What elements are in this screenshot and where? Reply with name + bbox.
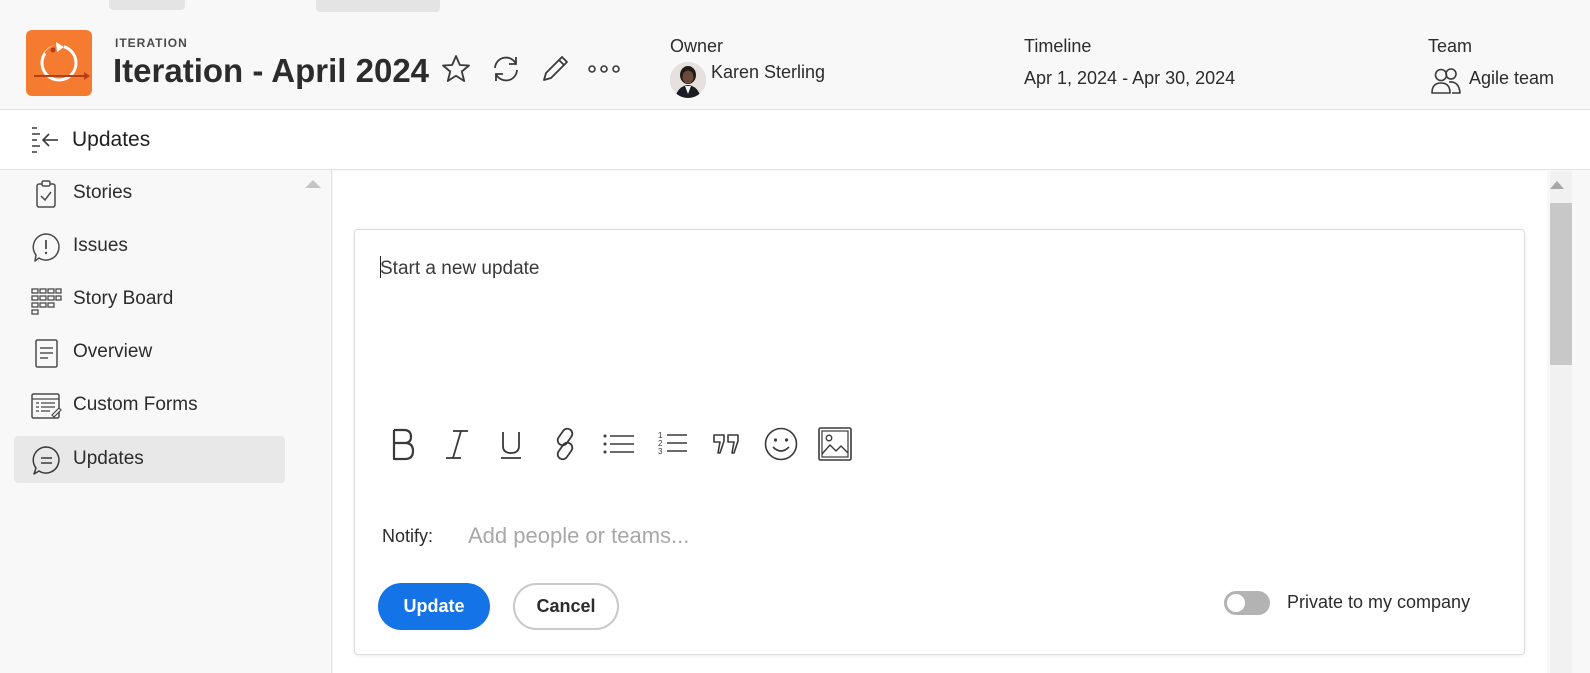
edit-pencil-icon	[543, 56, 568, 81]
star-icon	[442, 55, 470, 82]
private-toggle[interactable]	[1224, 591, 1270, 615]
forms-icon	[31, 393, 62, 419]
bulleted-list-button[interactable]	[599, 422, 639, 466]
owner-name[interactable]: Karen Sterling	[711, 62, 825, 83]
emoji-button[interactable]	[761, 422, 801, 466]
cancel-button[interactable]: Cancel	[513, 583, 619, 630]
team-name[interactable]: Agile team	[1469, 68, 1554, 89]
refresh-button[interactable]	[489, 52, 523, 86]
sidebar-item-label: Overview	[73, 341, 153, 362]
underline-icon	[501, 432, 521, 459]
toggle-knob	[1227, 594, 1245, 612]
update-text-editor[interactable]: Start a new update	[380, 256, 1500, 406]
app-root: ITERATION Iteration - April 2024 Owner K…	[0, 0, 1590, 673]
sidebar-item-label: Story Board	[73, 288, 174, 309]
document-icon	[35, 339, 58, 368]
sidebar-item-label: Issues	[73, 235, 128, 256]
page-title: Iteration - April 2024	[113, 52, 430, 89]
collapse-panel-button[interactable]	[30, 125, 60, 155]
numbered-list-button[interactable]: 1 2 3	[653, 422, 693, 466]
team-icon	[1430, 66, 1462, 96]
owner-label: Owner	[670, 36, 724, 56]
sidebar-item-issues[interactable]: Issues	[14, 223, 285, 270]
insert-image-button[interactable]	[815, 422, 855, 466]
sidebar-scroll-up-arrow[interactable]	[305, 180, 321, 188]
image-icon	[818, 427, 852, 461]
owner-avatar[interactable]	[670, 62, 706, 98]
sidebar-item-label: Stories	[73, 182, 133, 203]
timeline-value: Apr 1, 2024 - Apr 30, 2024	[1024, 68, 1236, 88]
main-scrollbar[interactable]	[1547, 171, 1590, 673]
clipboard-check-icon	[36, 180, 56, 208]
quote-icon	[713, 434, 739, 454]
link-button[interactable]	[545, 422, 585, 466]
issue-bubble-icon	[32, 233, 60, 262]
editor-placeholder: Start a new update	[380, 258, 540, 279]
more-actions-button[interactable]	[587, 52, 621, 86]
sidebar-item-updates[interactable]: Updates	[14, 436, 285, 483]
underline-button[interactable]	[491, 422, 531, 466]
sidebar-item-stories[interactable]: Stories	[14, 170, 285, 217]
scrollbar-thumb[interactable]	[1550, 203, 1572, 365]
scroll-up-arrow[interactable]	[1550, 181, 1564, 189]
object-header: ITERATION Iteration - April 2024 Owner K…	[0, 12, 1590, 110]
iteration-icon	[26, 30, 92, 96]
sidebar-item-story-board[interactable]: Story Board	[14, 276, 285, 323]
italic-icon	[446, 430, 468, 459]
sidebar-item-overview[interactable]: Overview	[14, 329, 285, 376]
object-type-label: ITERATION	[115, 36, 188, 50]
board-grid-icon	[31, 288, 62, 315]
quote-button[interactable]	[707, 422, 747, 466]
section-bar: Updates	[0, 110, 1590, 170]
sidebar-item-custom-forms[interactable]: Custom Forms	[14, 382, 285, 429]
top-tab-strip	[0, 0, 1590, 12]
collapse-left-icon	[32, 127, 58, 153]
bulleted-list-icon	[603, 434, 634, 454]
emoji-icon	[764, 427, 798, 461]
italic-button[interactable]	[437, 422, 477, 466]
private-toggle-label: Private to my company	[1287, 592, 1471, 612]
chat-bubble-icon	[32, 446, 60, 475]
formatting-toolbar: 1 2 3	[383, 422, 869, 466]
favorite-button[interactable]	[439, 52, 473, 86]
team-label: Team	[1428, 36, 1473, 56]
svg-text:3: 3	[658, 447, 663, 456]
edit-button[interactable]	[538, 52, 572, 86]
sidebar-nav: Stories Issues Story Board Overview Cust…	[0, 170, 332, 673]
timeline-label: Timeline	[1024, 36, 1092, 56]
notify-label: Notify:	[382, 526, 434, 546]
sidebar-item-label: Custom Forms	[73, 394, 198, 415]
refresh-icon	[494, 56, 518, 82]
notify-input[interactable]	[460, 518, 1060, 554]
update-button[interactable]: Update	[378, 583, 490, 630]
section-title: Updates	[72, 128, 151, 151]
update-composer: Start a new update 1 2 3 Notify: Add peo…	[354, 229, 1525, 655]
link-icon	[556, 427, 574, 461]
top-tab[interactable]	[109, 0, 185, 10]
numbered-list-icon: 1 2 3	[658, 431, 687, 456]
more-icon	[588, 65, 620, 73]
bold-button[interactable]	[383, 422, 423, 466]
main-content: Start a new update 1 2 3 Notify: Add peo…	[333, 171, 1547, 673]
top-tab[interactable]	[316, 0, 440, 12]
sidebar-item-label: Updates	[73, 448, 144, 469]
bold-icon	[392, 428, 415, 461]
